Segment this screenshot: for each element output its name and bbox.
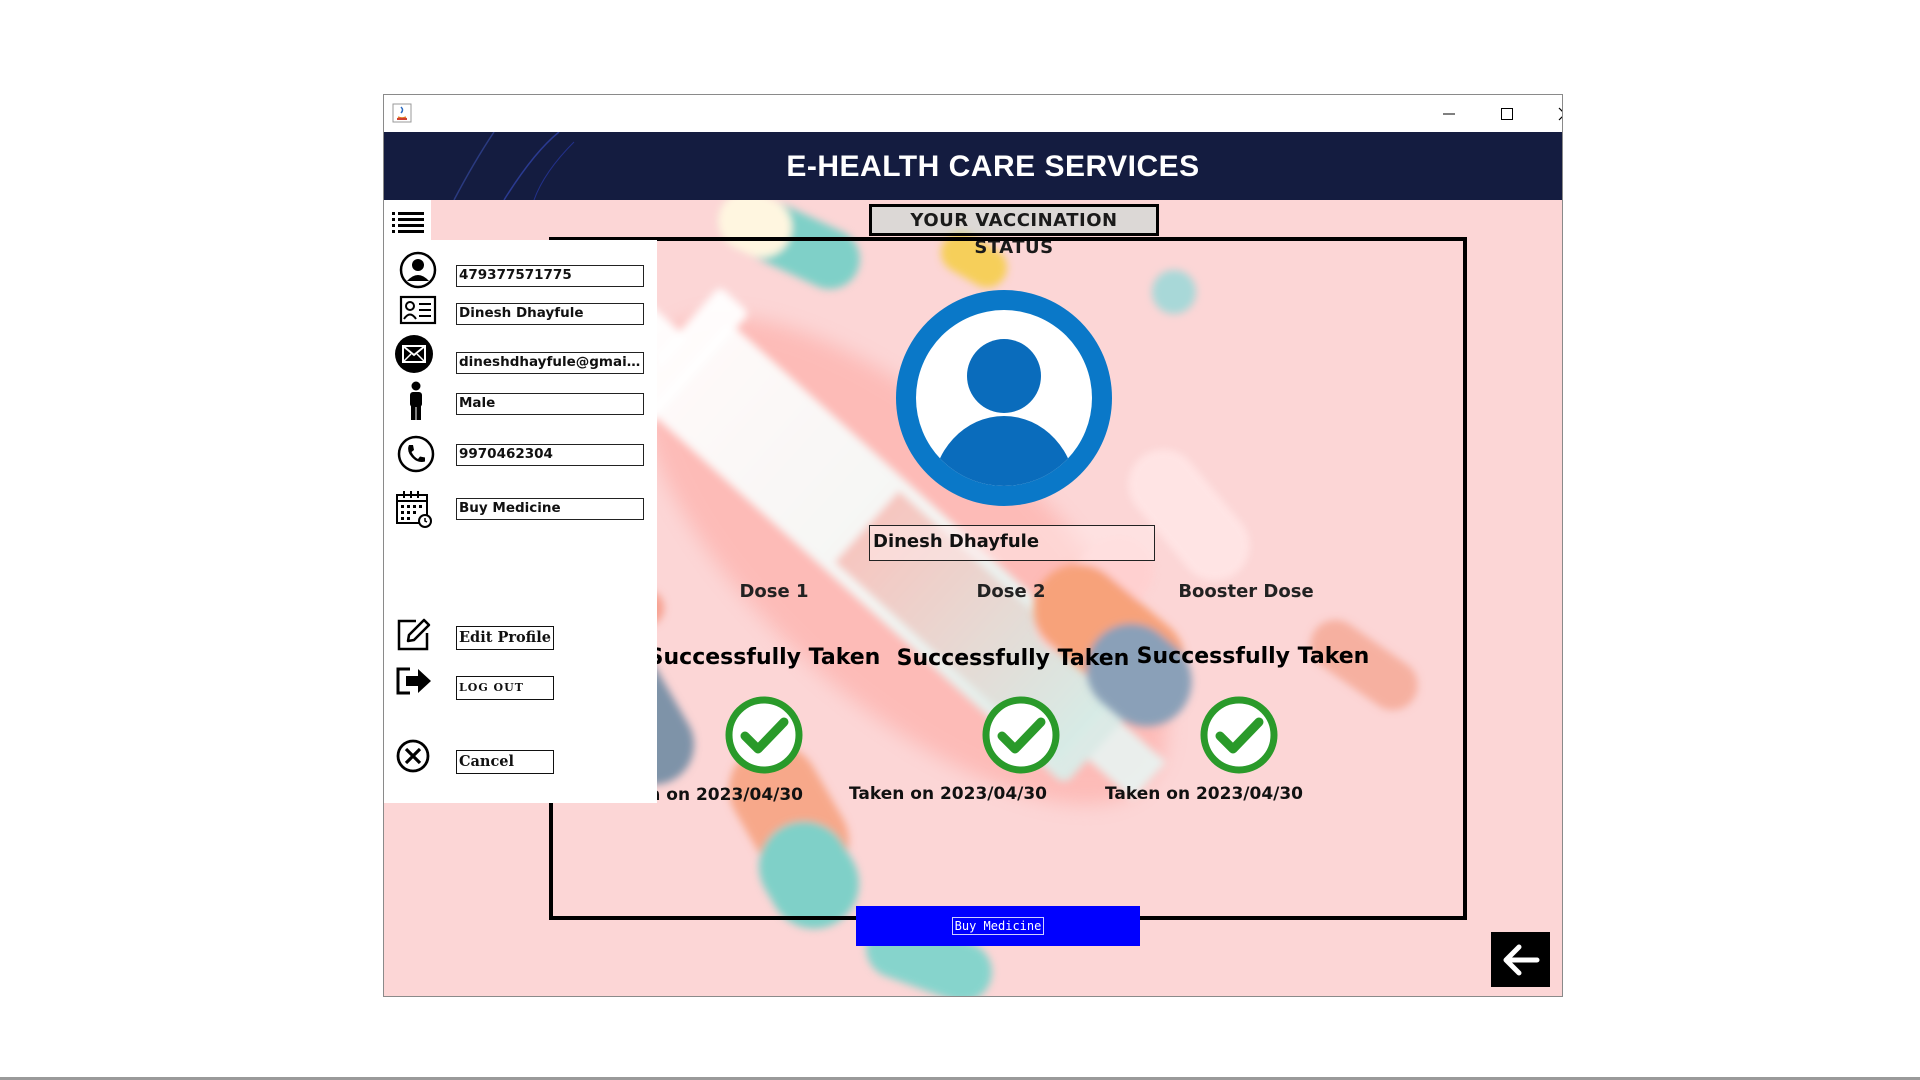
back-button[interactable] bbox=[1491, 932, 1550, 987]
dose-2-status: Successfully Taken bbox=[896, 646, 1130, 671]
app-window: E-HEALTH CARE SERVICES YOUR VACCINATION … bbox=[383, 94, 1563, 997]
java-app-icon bbox=[392, 103, 412, 123]
dose-2-label: Dose 2 bbox=[976, 581, 1046, 602]
user-circle-icon bbox=[399, 251, 437, 289]
booster-dose-label: Booster Dose bbox=[1178, 581, 1314, 602]
phone-field[interactable]: 9970462304 bbox=[456, 444, 644, 466]
hamburger-menu-icon bbox=[391, 211, 424, 233]
profile-side-menu: 479377571775 Dinesh Dhayfule dineshdhayf… bbox=[384, 240, 657, 803]
app-title: E-HEALTH CARE SERVICES bbox=[786, 150, 1200, 183]
gender-field[interactable]: Male bbox=[456, 393, 644, 415]
minimize-button[interactable] bbox=[1420, 95, 1478, 132]
booster-dose-status: Successfully Taken bbox=[1136, 644, 1370, 669]
window-titlebar[interactable] bbox=[384, 95, 1562, 132]
dose-1-status: Successfully Taken bbox=[647, 645, 881, 670]
cancel-button[interactable]: Cancel bbox=[456, 750, 554, 774]
checkmark-icon bbox=[982, 696, 1060, 774]
appointment-field[interactable]: Buy Medicine bbox=[456, 498, 644, 520]
vaccination-status-heading: YOUR VACCINATION STATUS bbox=[869, 204, 1159, 258]
edit-profile-button[interactable]: Edit Profile bbox=[456, 626, 554, 650]
maximize-button[interactable] bbox=[1478, 95, 1536, 132]
person-icon bbox=[410, 381, 422, 420]
dose-2-date: Taken on 2023/04/30 bbox=[848, 784, 1048, 804]
calendar-icon bbox=[396, 491, 432, 528]
phone-icon bbox=[397, 435, 435, 473]
buy-medicine-label: Buy Medicine bbox=[951, 917, 1045, 935]
booster-dose-date: Taken on 2023/04/30 bbox=[1104, 784, 1304, 804]
app-header: E-HEALTH CARE SERVICES bbox=[384, 132, 1562, 200]
checkmark-icon bbox=[1200, 696, 1278, 774]
close-button[interactable] bbox=[1536, 95, 1562, 132]
avatar bbox=[896, 290, 1112, 506]
logout-button[interactable]: LOG OUT bbox=[456, 676, 554, 700]
edit-icon bbox=[397, 618, 431, 651]
cancel-icon bbox=[396, 739, 430, 773]
dose-1-label: Dose 1 bbox=[739, 581, 809, 602]
patient-name-field[interactable]: Dinesh Dhayfule bbox=[869, 525, 1155, 561]
back-arrow-icon bbox=[1503, 944, 1539, 975]
user-id-field[interactable]: 479377571775 bbox=[456, 265, 644, 287]
logout-icon bbox=[396, 667, 431, 695]
minimize-icon bbox=[1443, 113, 1455, 114]
id-card-icon bbox=[399, 295, 437, 325]
user-name-field[interactable]: Dinesh Dhayfule bbox=[456, 303, 644, 325]
mail-icon bbox=[395, 335, 433, 373]
close-icon bbox=[1558, 107, 1562, 120]
menu-toggle-button[interactable] bbox=[384, 200, 431, 245]
email-field[interactable]: dineshdhayfule@gmail.c... bbox=[456, 352, 644, 374]
checkmark-icon bbox=[725, 696, 803, 774]
buy-medicine-button[interactable]: Buy Medicine bbox=[856, 906, 1140, 946]
maximize-icon bbox=[1501, 107, 1513, 120]
